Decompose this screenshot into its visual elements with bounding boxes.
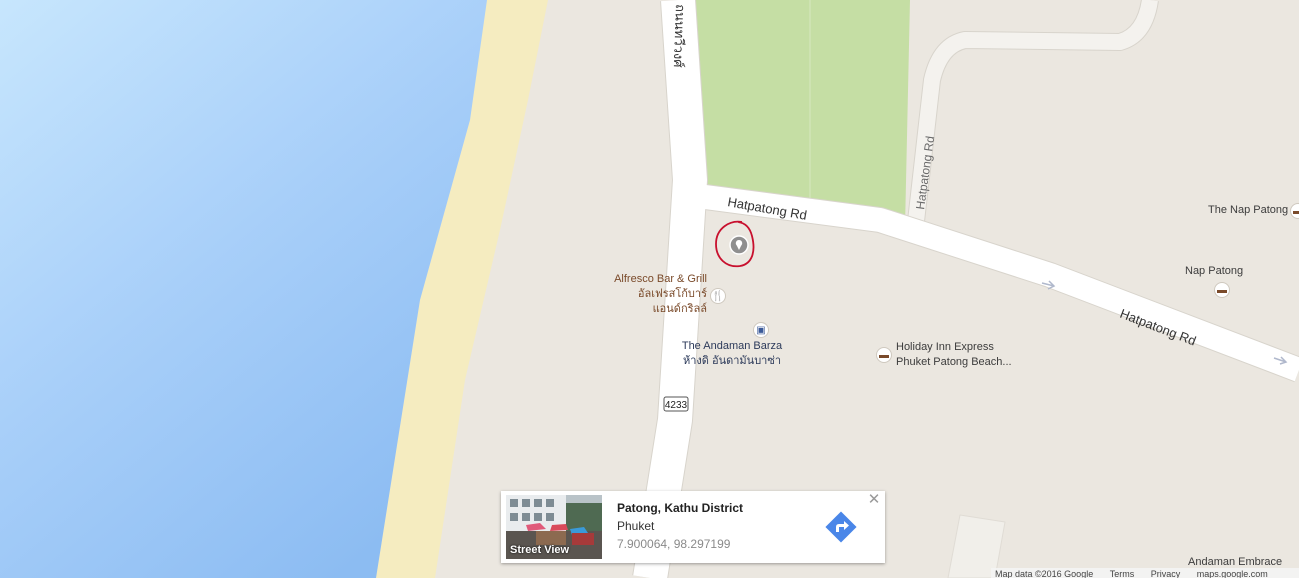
map-footer: Map data ©2016 Google Terms Privacy maps… bbox=[991, 568, 1299, 578]
poi-alfresco-label[interactable]: Alfresco Bar & Grill อัลเฟรสโก้บาร์ แอนด… bbox=[600, 272, 707, 317]
poi-holiday-inn-name-1: Holiday Inn Express bbox=[896, 341, 994, 353]
poi-andaman-barza-name-en: The Andaman Barza bbox=[681, 340, 783, 352]
hotel-icon[interactable]: ▬ bbox=[1290, 203, 1299, 219]
place-title: Patong, Kathu District bbox=[617, 501, 744, 515]
route-shield-number: 4233 bbox=[665, 400, 688, 411]
poi-alfresco-name-en: Alfresco Bar & Grill bbox=[614, 273, 707, 285]
place-info-card: Street View Patong, Kathu District Phuke… bbox=[501, 491, 885, 563]
place-subtitle[interactable]: Phuket bbox=[617, 519, 654, 533]
poi-alfresco-name-th-1: อัลเฟรสโก้บาร์ bbox=[637, 288, 707, 300]
terms-link[interactable]: Terms bbox=[1110, 569, 1135, 578]
road-label-thawiwong: ถนนทวีวงศ์ bbox=[670, 4, 688, 69]
street-view-thumbnail[interactable]: Street View bbox=[506, 495, 602, 559]
restaurant-icon[interactable]: 🍴 bbox=[710, 288, 726, 304]
poi-andaman-barza-label[interactable]: The Andaman Barza ห้างดิ อันดามันบาซ่า bbox=[672, 339, 792, 369]
poi-the-nap-patong-label[interactable]: The Nap Patong bbox=[1208, 203, 1288, 218]
map-data-attribution: Map data ©2016 Google bbox=[995, 569, 1094, 578]
street-view-label: Street View bbox=[510, 544, 570, 556]
place-coordinates[interactable]: 7.900064, 98.297199 bbox=[617, 537, 730, 551]
privacy-link[interactable]: Privacy bbox=[1151, 569, 1181, 578]
maps-url-link[interactable]: maps.google.com bbox=[1197, 569, 1268, 578]
hotel-icon[interactable]: ▬ bbox=[876, 347, 892, 363]
poi-alfresco-name-th-2: แอนด์กริลล์ bbox=[652, 303, 707, 315]
poi-holiday-inn-label[interactable]: Holiday Inn Express Phuket Patong Beach.… bbox=[896, 340, 1012, 370]
poi-holiday-inn-name-2: Phuket Patong Beach... bbox=[896, 356, 1012, 368]
poi-nap-patong-label[interactable]: Nap Patong bbox=[1185, 264, 1243, 279]
close-icon[interactable]: ✕ bbox=[867, 492, 881, 507]
hotel-icon[interactable]: ▬ bbox=[1214, 282, 1230, 298]
route-shield: 4233 bbox=[663, 396, 689, 412]
directions-button[interactable] bbox=[825, 511, 857, 543]
directions-icon bbox=[825, 511, 857, 543]
location-marker[interactable] bbox=[729, 235, 749, 255]
poi-andaman-barza-name-th: ห้างดิ อันดามันบาซ่า bbox=[682, 355, 782, 367]
poi-andaman-embrace-label[interactable]: Andaman Embrace bbox=[1188, 556, 1282, 568]
shopping-icon[interactable]: ▣ bbox=[753, 322, 769, 338]
